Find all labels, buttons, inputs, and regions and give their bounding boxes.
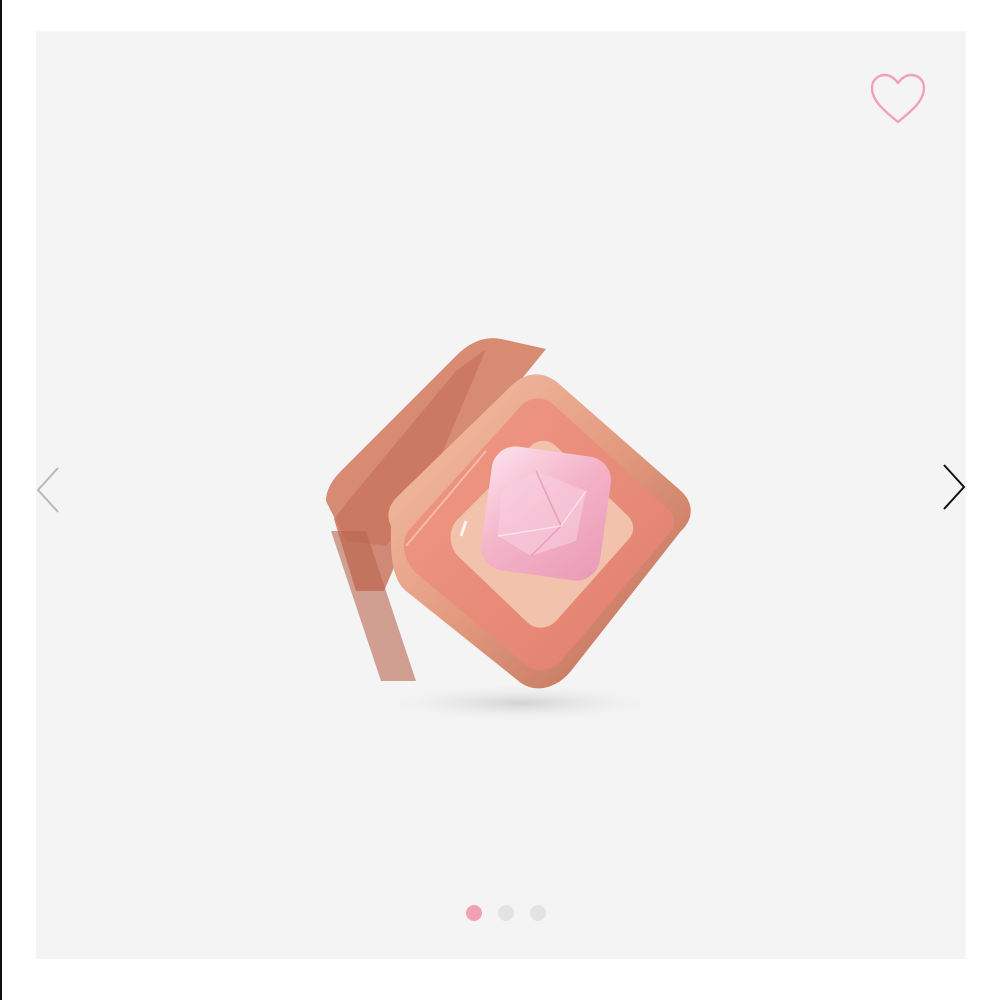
carousel-pagination: [466, 905, 546, 921]
window-edge: [0, 0, 2, 1000]
carousel-dot-3[interactable]: [530, 905, 546, 921]
heart-icon: [870, 73, 926, 124]
favorite-button[interactable]: [868, 71, 928, 127]
chevron-right-icon: [943, 464, 966, 510]
previous-image-button[interactable]: [30, 464, 66, 516]
next-image-button[interactable]: [936, 461, 972, 513]
product-charm-image: [326, 338, 691, 721]
product-image-gallery: [36, 31, 966, 959]
carousel-dot-1[interactable]: [466, 905, 482, 921]
carousel-dot-2[interactable]: [498, 905, 514, 921]
chevron-left-icon: [36, 467, 59, 513]
